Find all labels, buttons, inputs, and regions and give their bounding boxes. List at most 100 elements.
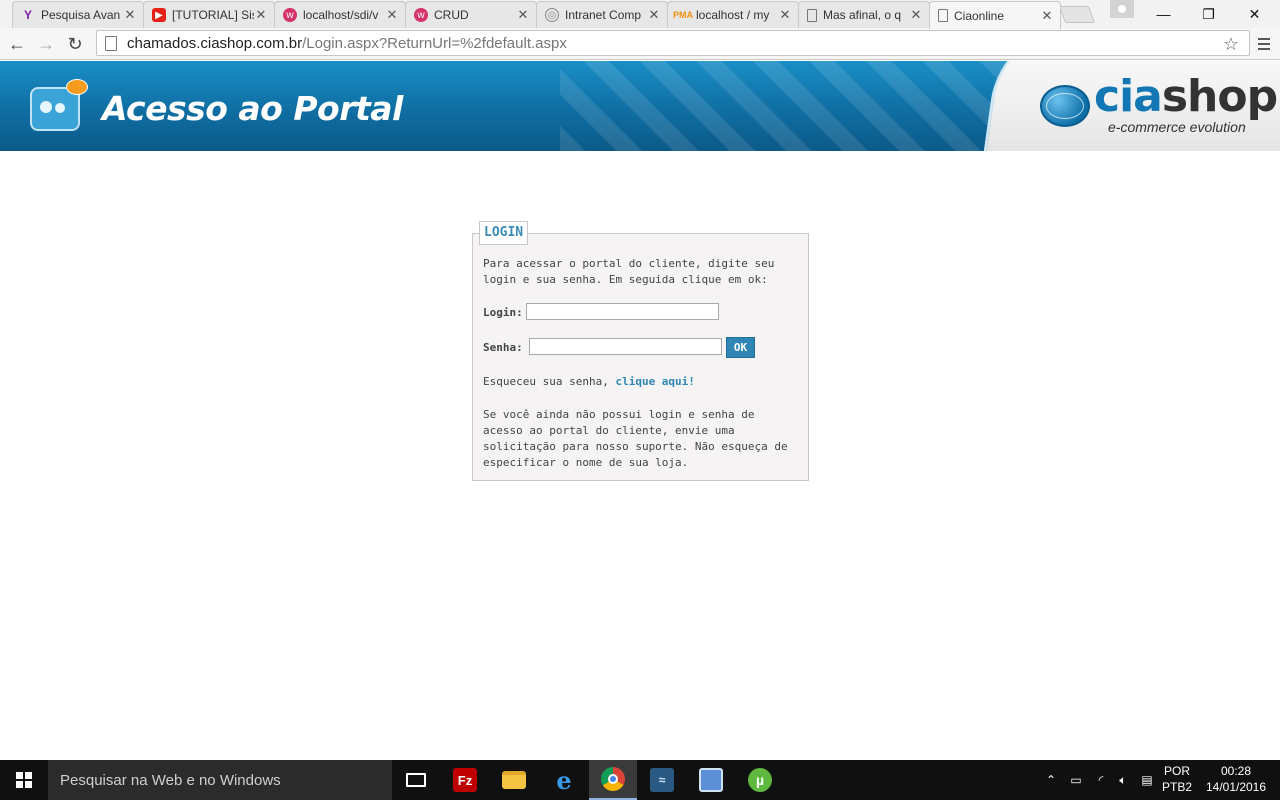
virtualbox-taskbar-button[interactable]	[687, 760, 735, 800]
ok-button[interactable]: OK	[726, 337, 755, 358]
address-bar[interactable]: chamados.ciashop.com.br/Login.aspx?Retur…	[96, 30, 1250, 56]
browser-tab[interactable]: w CRUD ✕	[405, 1, 537, 28]
file-explorer-taskbar-button[interactable]	[490, 760, 538, 800]
browser-tab[interactable]: PMA localhost / my ✕	[667, 1, 799, 28]
close-icon[interactable]: ✕	[385, 8, 399, 22]
user-icon	[1118, 5, 1126, 13]
windows-taskbar: Pesquisar na Web e no Windows Fz e ≈ µ ⌃…	[0, 760, 1280, 800]
senha-input[interactable]	[529, 338, 722, 355]
login-intro-text: Para acessar o portal do cliente, digite…	[483, 257, 775, 286]
close-window-button[interactable]: ✕	[1232, 0, 1277, 28]
input-language-indicator[interactable]: POR PTB2	[1160, 763, 1194, 795]
chrome-menu-button[interactable]	[1254, 32, 1274, 56]
virtualbox-icon	[699, 768, 723, 792]
mysql-workbench-taskbar-button[interactable]: ≈	[638, 760, 686, 800]
close-icon[interactable]: ✕	[778, 8, 792, 22]
page-viewport: Acesso ao Portal ciashop e-commerce evol…	[0, 61, 1280, 760]
portal-icon	[30, 79, 88, 131]
wifi-icon: ◜	[1098, 773, 1104, 787]
browser-tab-strip: Y Pesquisa Avan ✕ ▶ [TUTORIAL] Sis ✕ w l…	[0, 0, 1280, 29]
senha-label: Senha:	[483, 341, 523, 354]
close-icon[interactable]: ✕	[909, 8, 923, 22]
login-input[interactable]	[526, 303, 719, 320]
close-icon[interactable]: ✕	[647, 8, 661, 22]
login-panel: LOGIN Para acessar o portal do cliente, …	[472, 221, 809, 481]
no-account-info-text: Se você ainda não possui login e senha d…	[483, 408, 788, 469]
tab-title: localhost/sdi/v	[303, 8, 379, 22]
clock-time: 00:28	[1220, 764, 1252, 778]
back-arrow-icon: ←	[8, 33, 26, 54]
profile-button[interactable]	[1110, 0, 1134, 18]
close-icon[interactable]: ✕	[516, 8, 530, 22]
filezilla-taskbar-button[interactable]: Fz	[441, 760, 489, 800]
forward-button[interactable]: →	[33, 31, 59, 57]
browser-tab[interactable]: Y Pesquisa Avan ✕	[12, 1, 144, 28]
person-icon	[55, 103, 65, 113]
tab-title: Intranet Comp	[565, 8, 642, 22]
file-explorer-icon	[502, 771, 526, 789]
reload-button[interactable]: ↻	[62, 31, 88, 57]
logo-shop: shop	[1161, 71, 1278, 122]
restore-icon: ❐	[1202, 5, 1215, 22]
utorrent-taskbar-button[interactable]: µ	[736, 760, 784, 800]
utorrent-icon: µ	[748, 768, 772, 792]
tab-title: Ciaonline	[954, 8, 1005, 23]
browser-tab[interactable]: w localhost/sdi/v ✕	[274, 1, 406, 28]
task-view-icon	[406, 773, 426, 787]
show-hidden-icons-button[interactable]: ⌃	[1042, 760, 1060, 800]
clock-date: 14/01/2016	[1205, 780, 1267, 794]
forgot-password-prefix: Esqueceu sua senha,	[483, 375, 616, 388]
logo-tagline: e-commerce evolution	[1108, 119, 1246, 135]
browser-tab[interactable]: ◎ Intranet Comp ✕	[536, 1, 668, 28]
tab-title: [TUTORIAL] Sis	[172, 8, 254, 22]
page-icon	[105, 35, 117, 51]
action-center-button[interactable]: ▤	[1136, 760, 1158, 800]
close-icon: ✕	[1248, 5, 1261, 22]
page-title: Acesso ao Portal	[102, 89, 403, 128]
tab-title: CRUD	[434, 8, 469, 22]
minimize-button[interactable]: —	[1141, 0, 1186, 28]
forgot-password-link[interactable]: clique aqui!	[615, 375, 694, 388]
wamp-icon: w	[414, 8, 428, 22]
intranet-icon: ◎	[545, 8, 559, 22]
speaker-icon: 🔈︎	[1119, 772, 1127, 787]
browser-tab[interactable]: ▶ [TUTORIAL] Sis ✕	[143, 1, 275, 28]
menu-icon	[1258, 38, 1270, 40]
forgot-password-text: Esqueceu sua senha, clique aqui!	[483, 375, 695, 388]
close-icon[interactable]: ✕	[254, 8, 268, 22]
chrome-icon	[601, 767, 625, 791]
menu-icon-bar	[1258, 43, 1270, 45]
network-tray-button[interactable]: ◜	[1090, 760, 1112, 800]
task-view-button[interactable]	[392, 760, 440, 800]
browser-tab-active[interactable]: Ciaonline ✕	[929, 1, 1061, 29]
tab-title: localhost / my	[696, 8, 770, 22]
restore-button[interactable]: ❐	[1186, 0, 1231, 28]
back-button[interactable]: ←	[4, 31, 30, 57]
chrome-taskbar-button[interactable]	[589, 760, 637, 800]
battery-tray-button[interactable]: ▭	[1066, 760, 1086, 800]
person-icon	[40, 101, 52, 113]
windows-logo-icon	[16, 772, 32, 788]
mysql-workbench-icon: ≈	[650, 768, 674, 792]
page-icon	[807, 8, 817, 22]
close-icon[interactable]: ✕	[123, 8, 137, 22]
new-tab-button[interactable]	[1058, 6, 1096, 23]
close-icon[interactable]: ✕	[1040, 8, 1054, 23]
chevron-up-icon: ⌃	[1045, 773, 1057, 787]
taskbar-clock[interactable]: 00:28 14/01/2016	[1200, 763, 1272, 795]
menu-icon-bar	[1258, 48, 1270, 50]
taskbar-search-box[interactable]: Pesquisar na Web e no Windows	[48, 760, 392, 800]
bookmark-star-icon[interactable]: ☆	[1223, 34, 1239, 55]
filezilla-icon: Fz	[453, 768, 477, 792]
tab-title: Pesquisa Avan	[41, 8, 121, 22]
volume-tray-button[interactable]: 🔈︎	[1112, 760, 1134, 800]
ciashop-logo: ciashop	[1094, 75, 1278, 119]
language-code: POR	[1163, 764, 1190, 778]
chrome-icon-center	[608, 774, 618, 784]
edge-taskbar-button[interactable]: e	[540, 760, 588, 800]
reload-icon: ↻	[67, 33, 83, 54]
browser-tab[interactable]: Mas afinal, o q ✕	[798, 1, 930, 28]
start-button[interactable]	[0, 760, 48, 800]
logo-cia: cia	[1094, 71, 1163, 122]
login-label: Login:	[483, 306, 523, 319]
